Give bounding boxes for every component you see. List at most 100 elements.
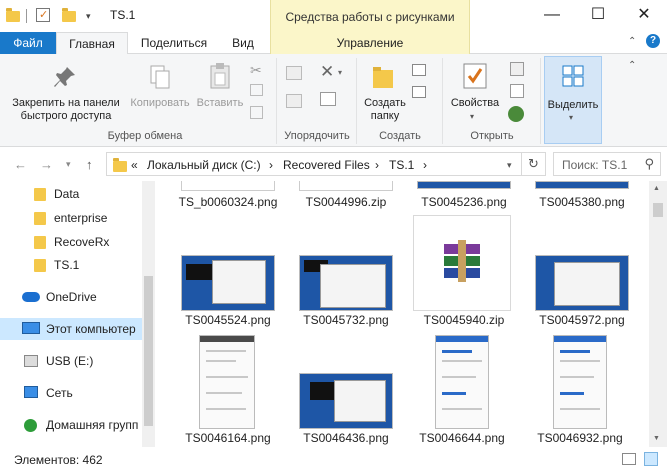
collapse-ribbon-icon[interactable]: ⌃ [628,36,636,47]
file-thumbnail [299,255,393,311]
copy-path-icon[interactable] [250,84,263,96]
folder-icon [6,8,22,24]
properties-button[interactable]: Свойства [446,97,504,110]
nav-item-this-pc[interactable]: Этот компьютер [0,318,142,340]
tab-home[interactable]: Главная [56,32,128,55]
copy-button[interactable]: Копировать [126,97,194,110]
back-icon[interactable]: ← [14,157,27,172]
customize-quick-access-icon[interactable]: ▾ [86,8,102,24]
properties-quick-icon[interactable]: ✓ [36,8,50,22]
title-bar: ✓ ▾ TS.1 Средства работы с рисунками — ☐… [0,0,667,32]
breadcrumb-separator[interactable]: › [375,158,379,172]
file-thumbnail [553,335,607,429]
file-name: TS0046644.png [419,431,505,445]
address-bar[interactable]: « Локальный диск (C:) › Recovered Files … [106,152,522,176]
file-name: TS0045732.png [303,313,389,327]
new-folder-button[interactable]: Создать папку [358,97,412,123]
delete-icon[interactable]: ✕ [320,62,334,82]
file-name: TS0045972.png [539,313,625,327]
cloud-icon [22,292,40,302]
file-thumbnail [535,255,629,311]
help-icon[interactable]: ? [646,34,660,48]
status-bar: Элементов: 462 [0,447,667,471]
file-name: TS0045524.png [185,313,271,327]
copy-to-icon[interactable] [286,94,302,108]
new-item-icon[interactable] [412,64,426,76]
rename-icon[interactable] [320,92,336,106]
open-icon[interactable] [510,62,524,76]
tab-file[interactable]: Файл [0,32,56,54]
nav-item-enterprise[interactable]: enterprise [0,207,142,229]
ribbon-overflow-icon[interactable]: ⌃ [628,60,636,71]
navigation-pane: Data enterprise RecoveRx TS.1 OneDrive Э… [0,181,142,447]
scroll-down-icon[interactable]: ▼ [653,435,660,442]
separator [276,58,277,144]
paste-shortcut-icon[interactable] [250,106,263,119]
file-name: TS0045940.zip [423,313,505,327]
copy-icon [148,64,172,90]
nav-item-homegroup[interactable]: Домашняя групп [0,414,142,436]
scrollbar-thumb[interactable] [144,276,153,426]
nav-item-onedrive[interactable]: OneDrive [0,286,142,308]
nav-scrollbar[interactable] [142,181,155,447]
easy-access-icon[interactable] [412,86,426,98]
history-icon[interactable] [508,106,524,122]
delete-dropdown-icon[interactable]: ▾ [338,68,342,77]
folder-icon [34,212,46,225]
recent-locations-icon[interactable]: ▾ [66,159,71,170]
tab-manage[interactable]: Управление [270,32,470,54]
file-thumbnail [435,335,489,429]
breadcrumb-drive[interactable]: Локальный диск (C:) [147,158,261,172]
item-count: Элементов: 462 [14,453,103,467]
select-button[interactable]: Выделить ▾ [544,56,602,144]
refresh-button[interactable]: ↻ [522,152,546,176]
nav-item-data[interactable]: Data [0,183,142,205]
open-group-label: Открыть [470,130,514,142]
scroll-up-icon[interactable]: ▲ [653,185,660,192]
breadcrumb-recovered-files[interactable]: Recovered Files [283,158,370,172]
network-icon [24,386,38,398]
nav-item-label: Data [54,187,80,201]
separator [540,58,541,144]
paste-button[interactable]: Вставить [194,97,246,110]
homegroup-icon [24,419,37,432]
address-dropdown-icon[interactable]: ▾ [507,160,512,171]
breadcrumb-ts1[interactable]: TS.1 [389,158,414,172]
breadcrumb-overflow[interactable]: « [131,158,138,172]
new-folder-quick-icon[interactable] [62,8,78,24]
search-icon: ⚲ [644,156,654,171]
pin-quick-access-button[interactable]: Закрепить на панели быстрого доступа [4,97,128,123]
up-icon[interactable]: ↑ [86,157,93,172]
nav-item-label: Сеть [46,386,73,400]
maximize-button[interactable]: ☐ [575,0,621,32]
close-button[interactable]: ✕ [621,0,667,32]
nav-item-ts1[interactable]: TS.1 [0,254,142,276]
properties-dropdown-icon[interactable]: ▾ [470,112,474,121]
scrollbar-thumb[interactable] [653,203,663,217]
large-icons-view-icon[interactable] [644,452,658,466]
tab-share[interactable]: Поделиться [132,32,216,54]
move-to-icon[interactable] [286,66,302,80]
edit-icon[interactable] [510,84,524,98]
nav-item-recoverx[interactable]: RecoveRx [0,231,142,253]
forward-icon[interactable]: → [40,157,53,172]
content-scrollbar[interactable]: ▲ ▼ [649,181,667,447]
cut-icon[interactable]: ✂ [250,62,262,79]
window-title: TS.1 [110,8,136,22]
nav-item-label: TS.1 [54,258,80,272]
nav-item-usb[interactable]: USB (E:) [0,350,142,372]
search-input[interactable]: Поиск: TS.1 ⚲ [553,152,661,176]
nav-item-network[interactable]: Сеть [0,382,142,404]
file-thumbnail [535,181,629,189]
nav-item-label: Домашняя групп [46,418,139,432]
file-view: TS_b0060324.png TS0044996.zip TS0045236.… [155,181,649,447]
details-view-icon[interactable] [622,453,636,465]
breadcrumb-separator[interactable]: › [269,158,273,172]
separator [442,58,443,144]
new-group-label: Создать [379,130,421,142]
file-name: TS0046932.png [537,431,623,445]
tab-view[interactable]: Вид [222,32,264,54]
minimize-button[interactable]: — [529,0,575,32]
folder-icon [34,236,46,249]
breadcrumb-separator[interactable]: › [423,158,427,172]
